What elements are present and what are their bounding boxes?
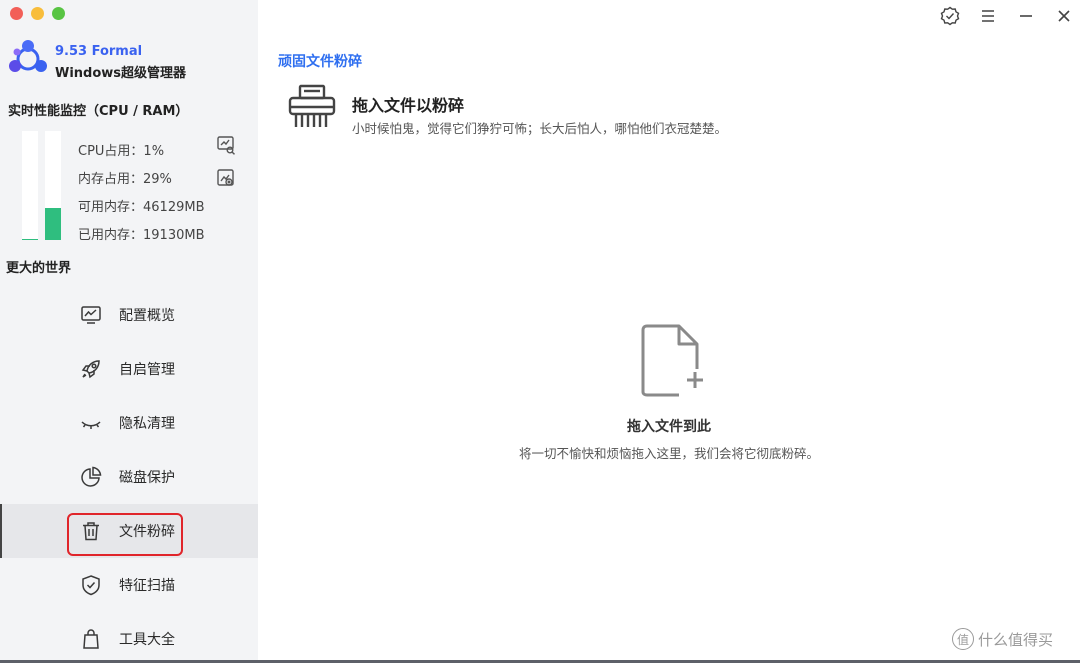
nav-item-startup-manager[interactable]: 自启管理	[0, 342, 258, 396]
nav-item-signature-scan[interactable]: 特征扫描	[0, 558, 258, 612]
bag-icon	[83, 629, 99, 649]
nav-item-label: 磁盘保护	[119, 470, 175, 486]
nav-item-label: 自启管理	[119, 362, 175, 378]
nav-item-privacy-clean[interactable]: 隐私清理	[0, 396, 258, 450]
closed-eye-icon	[81, 421, 101, 429]
memory-usage-label: 内存占用：29%	[78, 172, 172, 187]
watermark-text: 什么值得买	[978, 630, 1054, 649]
verified-badge-icon[interactable]	[940, 6, 960, 26]
chart-settings-icon[interactable]	[216, 168, 236, 188]
nav-item-label: 配置概览	[119, 308, 175, 324]
app-version: 9.53 Formal	[55, 44, 143, 59]
nav-item-label: 文件粉碎	[119, 524, 175, 540]
rocket-icon	[81, 360, 100, 379]
sidebar: 9.53 Formal Windows超级管理器 实时性能监控（CPU / RA…	[0, 0, 258, 663]
shield-check-icon	[82, 575, 100, 596]
memory-usage-fill	[45, 208, 61, 240]
app-window: 9.53 Formal Windows超级管理器 实时性能监控（CPU / RA…	[0, 0, 1080, 663]
nav-item-label: 隐私清理	[119, 416, 175, 432]
page-subtitle: 小时候怕鬼，觉得它们狰狞可怖；长大后怕人，哪怕他们衣冠楚楚。	[352, 121, 728, 136]
close-window-button[interactable]	[10, 7, 23, 20]
minimize-window-button[interactable]	[31, 7, 44, 20]
monitor-chart-icon	[81, 306, 101, 324]
menu-icon[interactable]	[978, 6, 998, 26]
close-icon[interactable]	[1054, 6, 1074, 26]
trash-icon	[83, 522, 99, 541]
nav-item-disk-protect[interactable]: 磁盘保护	[0, 450, 258, 504]
watermark: 值 什么值得买	[952, 628, 1053, 650]
pie-chart-icon	[81, 466, 102, 487]
cpu-usage-label: CPU占用：1%	[78, 144, 165, 159]
minimize-icon[interactable]	[1016, 6, 1036, 26]
nav-item-label: 工具大全	[119, 632, 175, 648]
app-name: Windows超级管理器	[55, 66, 187, 81]
page-title: 拖入文件以粉碎	[352, 96, 465, 115]
available-memory-label: 可用内存：46129MB	[78, 200, 205, 215]
drop-zone-title: 拖入文件到此	[627, 419, 711, 435]
shredder-icon	[288, 84, 336, 127]
nav-item-toolbox[interactable]: 工具大全	[0, 612, 258, 666]
app-logo-icon	[9, 40, 47, 72]
nav-item-file-shredder[interactable]: 文件粉碎	[0, 504, 258, 558]
nav-item-label: 特征扫描	[119, 578, 175, 594]
watermark-badge: 值	[952, 628, 974, 650]
performance-title: 实时性能监控（CPU / RAM）	[8, 104, 189, 119]
used-memory-label: 已用内存：19130MB	[78, 228, 205, 243]
page-breadcrumb: 顽固文件粉碎	[278, 54, 362, 70]
maximize-window-button[interactable]	[52, 7, 65, 20]
world-section-title: 更大的世界	[6, 261, 72, 276]
cpu-usage-fill	[22, 238, 38, 240]
drop-zone-subtitle: 将一切不愉快和烦恼拖入这里，我们会将它彻底粉碎。	[518, 446, 819, 461]
main-content: 顽固文件粉碎 拖入文件以粉碎 小时候怕鬼，觉得它们狰狞可怖；长大后怕人，哪怕他们…	[258, 0, 1080, 663]
window-traffic-lights	[10, 7, 65, 20]
file-add-icon[interactable]	[639, 322, 703, 398]
nav-item-config-overview[interactable]: 配置概览	[0, 288, 258, 342]
monitor-search-icon[interactable]	[216, 135, 236, 155]
memory-usage-bar	[45, 131, 61, 240]
cpu-usage-bar	[22, 131, 38, 240]
